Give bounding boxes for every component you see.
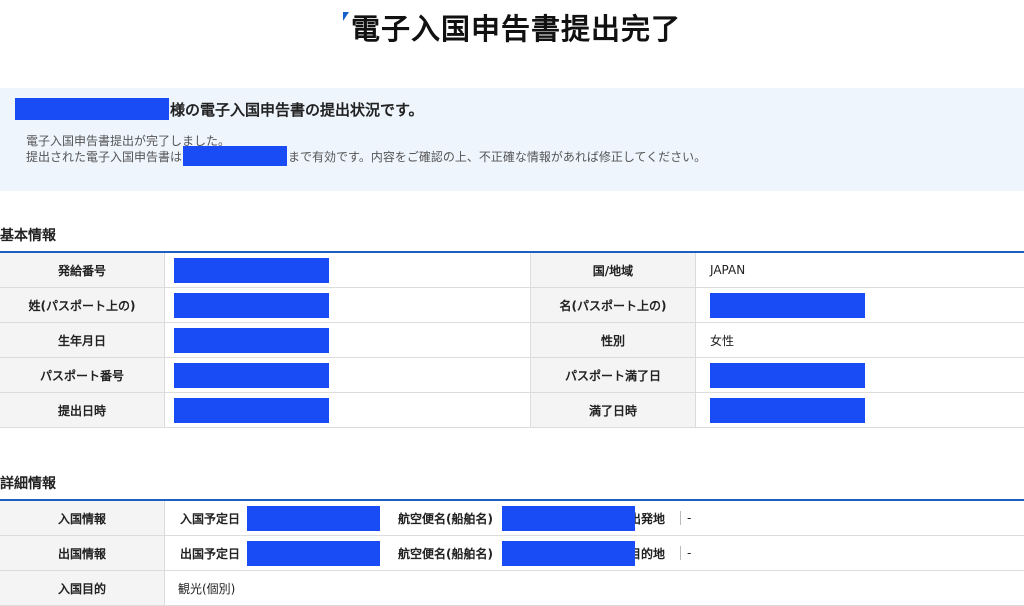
value-departure-place: - [687, 511, 692, 525]
basic-info-table: 発給番号 国/地域 JAPAN 姓(パスポート上の) 名(パスポート上の) 生年… [0, 253, 1024, 428]
table-row: 入国情報 入国予定日 航空便名(船舶名) 出発地 - [0, 501, 1024, 536]
value-given-name [710, 288, 865, 322]
value-issue-number [174, 253, 329, 287]
value-expires-at [710, 393, 865, 427]
redacted-value [710, 397, 865, 423]
label-exit-flight: 航空便名(船舶名) [398, 546, 493, 561]
table-row: 姓(パスポート上の) 名(パスポート上の) [0, 288, 1024, 323]
label-entry-flight: 航空便名(船舶名) [398, 511, 493, 526]
value-entry-purpose: 観光(個別) [178, 581, 236, 596]
value-surname [174, 288, 329, 322]
label-entry-date: 入国予定日 [180, 511, 241, 526]
label-birth-date: 生年月日 [0, 323, 165, 357]
value-submitted-at [174, 393, 329, 427]
redacted-name [15, 98, 169, 120]
notice-headline-text: 様の電子入国申告書の提出状況です。 [170, 100, 424, 119]
value-gender: 女性 [710, 333, 735, 348]
label-passport-number: パスポート番号 [0, 358, 165, 392]
label-entry-purpose: 入国目的 [0, 571, 165, 605]
table-row: 入国目的 観光(個別) [0, 571, 1024, 606]
redacted-value [174, 397, 329, 423]
redacted-value [174, 257, 329, 283]
redacted-value [174, 362, 329, 388]
table-row: 出国情報 出国予定日 航空便名(船舶名) 目的地 - [0, 536, 1024, 571]
label-entry-info: 入国情報 [0, 501, 165, 535]
table-row: パスポート番号 パスポート満了日 [0, 358, 1024, 393]
detail-info-table: 入国情報 入国予定日 航空便名(船舶名) 出発地 - 出国情報 出国予定日 航空… [0, 501, 1024, 606]
label-passport-expiry: パスポート満了日 [530, 358, 696, 392]
label-submitted-at: 提出日時 [0, 393, 165, 427]
label-issue-number: 発給番号 [0, 253, 165, 287]
section-title-basic: 基本情報 [0, 228, 56, 244]
value-country: JAPAN [710, 263, 746, 277]
value-passport-number [174, 358, 329, 392]
section-title-detail: 詳細情報 [0, 476, 56, 492]
redacted-entry-date [247, 506, 380, 531]
value-birth-date [174, 323, 329, 357]
label-surname: 姓(パスポート上の) [0, 288, 165, 322]
redacted-entry-flight [502, 506, 635, 531]
redacted-value [710, 292, 865, 318]
label-exit-info: 出国情報 [0, 536, 165, 570]
notice-headline: 様の電子入国申告書の提出状況です。 [15, 98, 424, 120]
page-title-text: 電子入国申告書提出完了 [350, 12, 681, 46]
table-row: 生年月日 性別 女性 [0, 323, 1024, 358]
redacted-exit-date [247, 541, 380, 566]
label-given-name: 名(パスポート上の) [530, 288, 696, 322]
label-gender: 性別 [530, 323, 696, 357]
redacted-exit-flight [502, 541, 635, 566]
notice-line-validity: 提出された電子入国申告書は まで有効です。内容をご確認の上、不正確な情報があれば… [26, 146, 706, 166]
title-mark [342, 12, 349, 21]
status-notice: 様の電子入国申告書の提出状況です。 電子入国申告書提出が完了しました。 提出され… [0, 88, 1024, 191]
separator [680, 511, 681, 525]
redacted-value [710, 362, 865, 388]
redacted-valid-until [183, 146, 288, 166]
table-row: 提出日時 満了日時 [0, 393, 1024, 428]
redacted-value [174, 292, 329, 318]
table-row: 発給番号 国/地域 JAPAN [0, 253, 1024, 288]
notice-line-suffix: まで有効です。内容をご確認の上、不正確な情報があれば修正してください。 [288, 149, 707, 164]
separator [680, 546, 681, 560]
notice-line-prefix: 提出された電子入国申告書は [26, 149, 183, 164]
redacted-value [174, 327, 329, 353]
label-country: 国/地域 [530, 253, 696, 287]
label-expires-at: 満了日時 [530, 393, 696, 427]
label-exit-date: 出国予定日 [180, 546, 241, 561]
value-destination: - [687, 546, 692, 560]
page-title: 電子入国申告書提出完了 [0, 6, 1024, 48]
value-passport-expiry [710, 358, 865, 392]
